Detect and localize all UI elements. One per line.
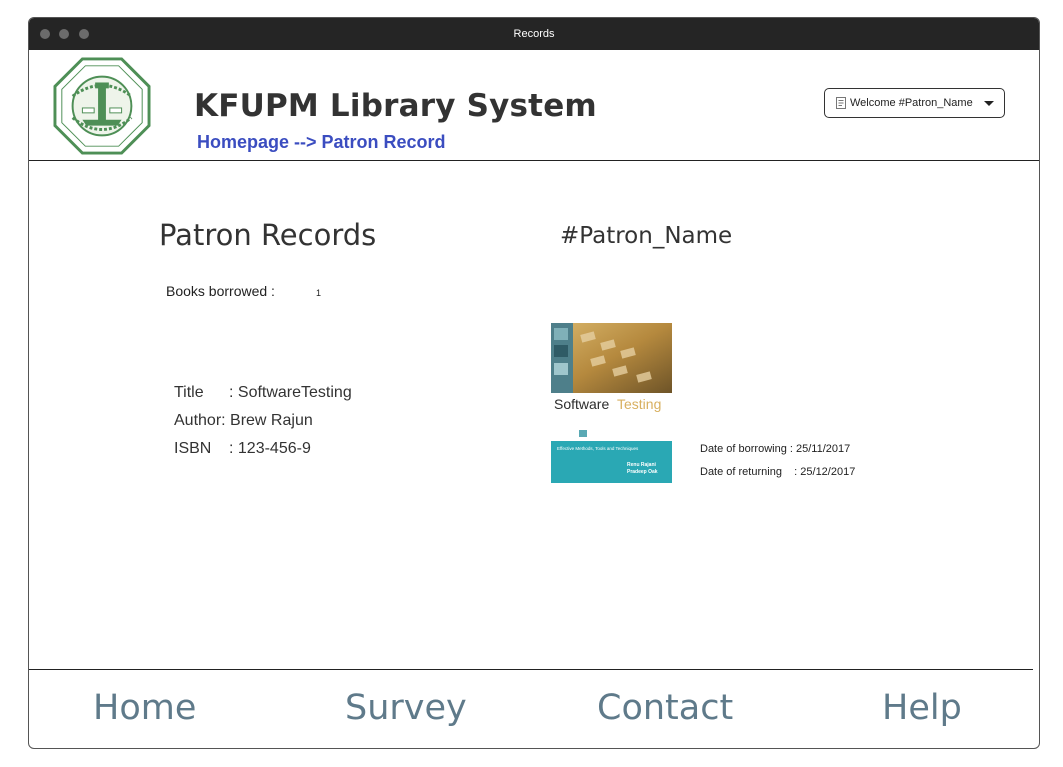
page-title: Patron Records <box>159 218 377 252</box>
user-menu-dropdown[interactable]: Welcome #Patron_Name <box>824 88 1005 118</box>
cover-title-software: Software <box>554 396 609 412</box>
document-icon <box>836 97 846 109</box>
main-content: Patron Records #Patron_Name Books borrow… <box>29 161 1039 669</box>
footer-link-home[interactable]: Home <box>93 688 196 728</box>
title-bar: Records <box>29 18 1039 50</box>
footer-link-survey[interactable]: Survey <box>345 688 467 728</box>
chevron-down-icon <box>984 101 994 106</box>
breadcrumb[interactable]: Homepage --> Patron Record <box>197 132 446 153</box>
kfupm-logo <box>53 57 151 155</box>
window-title: Records <box>513 28 555 40</box>
page-header: KFUPM Library System Homepage --> Patron… <box>29 50 1039 161</box>
app-title: KFUPM Library System <box>194 88 597 124</box>
book-title-row: Title : SoftwareTesting <box>174 379 352 407</box>
book-author-row: Author: Brew Rajun <box>174 407 352 435</box>
loan-dates: Date of borrowing : 25/11/2017 Date of r… <box>700 438 855 484</box>
title-value: : SoftwareTesting <box>229 384 352 401</box>
books-borrowed-count: 1 <box>316 288 322 298</box>
books-borrowed: Books borrowed : 1 <box>166 283 321 299</box>
isbn-label: ISBN <box>174 440 212 457</box>
cover-author-2: Pradeep Oak <box>627 469 658 475</box>
date-of-returning: Date of returning : 25/12/2017 <box>700 466 856 478</box>
footer-link-help[interactable]: Help <box>882 688 962 728</box>
book-details: Title : SoftwareTesting Author: Brew Raju… <box>174 379 352 463</box>
user-menu-label: Welcome #Patron_Name <box>850 97 973 109</box>
patron-name: #Patron_Name <box>560 223 733 249</box>
isbn-value: : 123-456-9 <box>229 440 311 457</box>
cover-title-testing: Testing <box>617 396 661 412</box>
book-isbn-row: ISBN : 123-456-9 <box>174 435 352 463</box>
cover-subtitle: Effective Methods, Tools and Techniques <box>557 446 639 451</box>
cover-author-1: Renu Rajani <box>627 462 657 468</box>
app-window: Records KFUPM Library System Homepage --… <box>28 17 1040 749</box>
title-label: Title <box>174 384 204 401</box>
author-value: : Brew Rajun <box>221 412 313 429</box>
author-label: Author <box>174 412 222 429</box>
footer-nav: Home Survey Contact Help <box>29 669 1033 748</box>
date-of-borrowing: Date of borrowing : 25/11/2017 <box>700 443 851 455</box>
footer-link-contact[interactable]: Contact <box>597 688 733 728</box>
book-cover-image[interactable]: Software Testing Effective Methods, Tool… <box>551 323 672 483</box>
books-borrowed-label: Books borrowed : <box>166 283 275 299</box>
